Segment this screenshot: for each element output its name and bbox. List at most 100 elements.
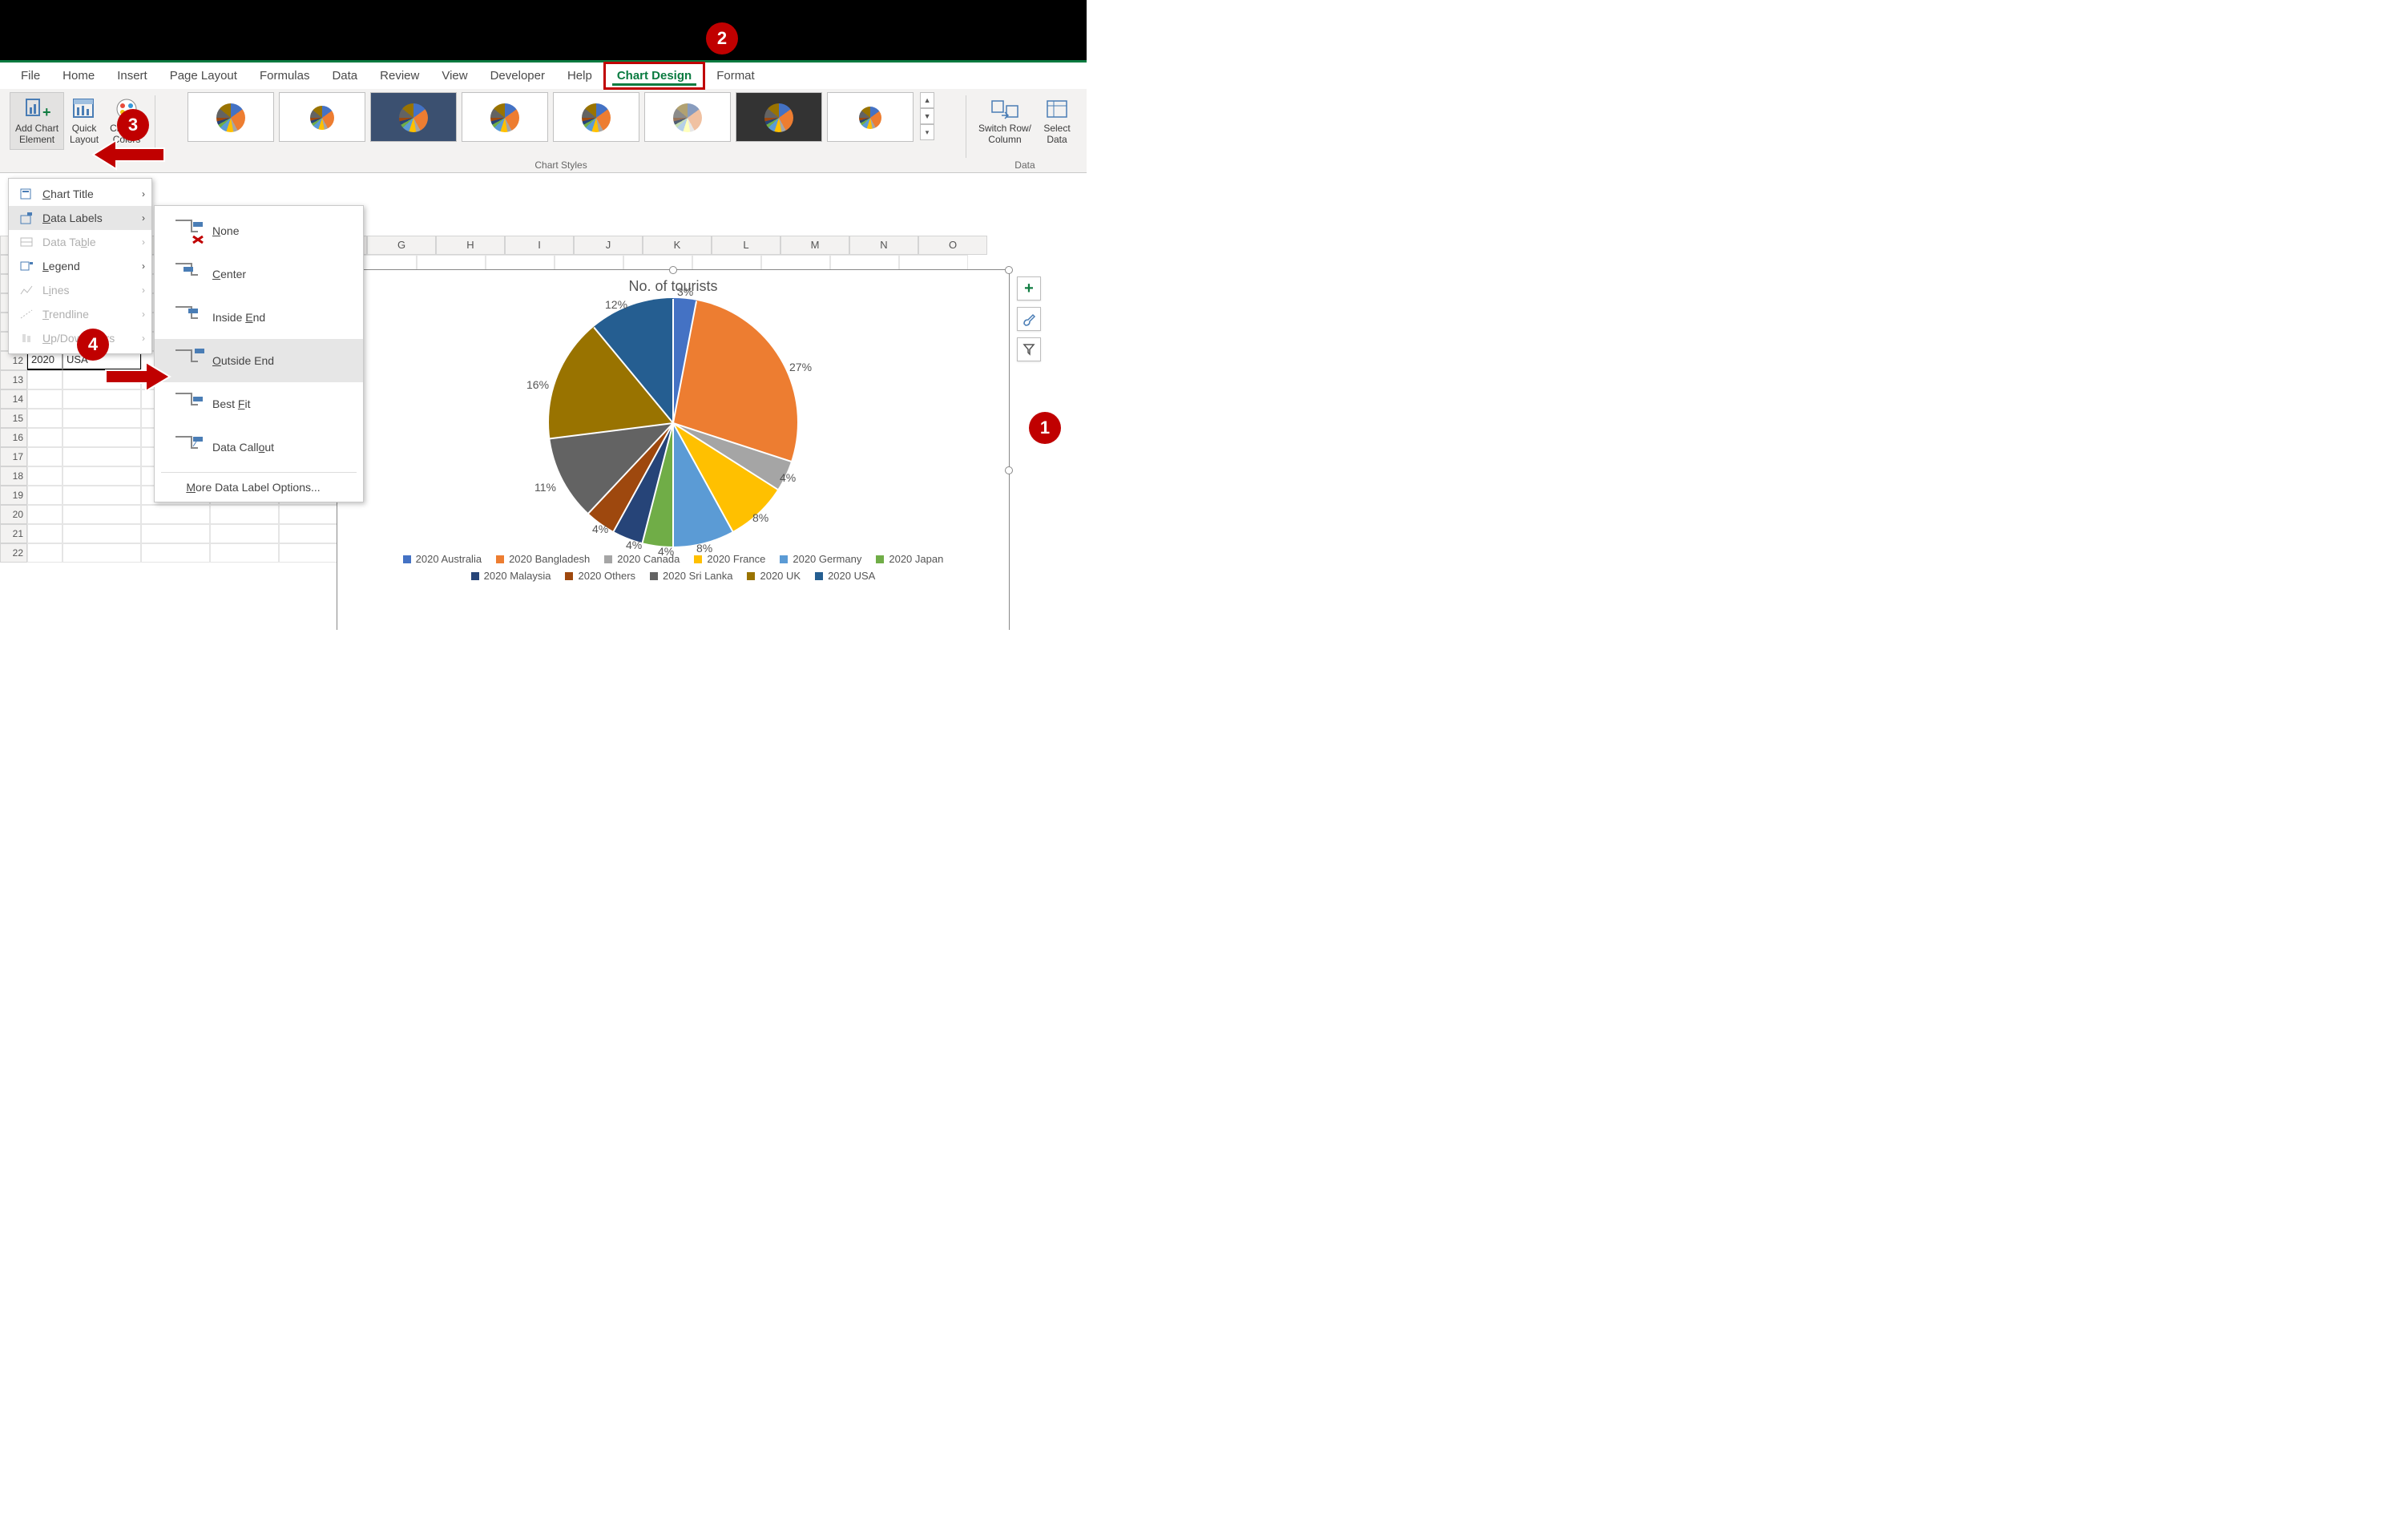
group-styles-label: Chart Styles bbox=[534, 158, 587, 172]
add-element-menu: Chart Title› Data Labels› Data Table› Le… bbox=[8, 178, 152, 354]
funnel-icon bbox=[1022, 343, 1035, 356]
add-chart-element-button[interactable]: + Add Chart Element bbox=[10, 92, 64, 150]
arrow-right-icon bbox=[103, 359, 175, 396]
tab-insert[interactable]: Insert bbox=[106, 64, 159, 87]
svg-text:+: + bbox=[42, 104, 50, 120]
tab-data[interactable]: Data bbox=[321, 64, 369, 87]
legend-item[interactable]: 2020 France bbox=[694, 553, 765, 565]
label-3: 3% bbox=[677, 285, 693, 298]
gallery-up[interactable]: ▲ bbox=[920, 92, 934, 108]
col-O[interactable]: O bbox=[918, 236, 987, 255]
style-thumb-7[interactable] bbox=[736, 92, 822, 142]
menu-inside-end[interactable]: Inside End bbox=[155, 296, 363, 339]
chart-object[interactable]: No. of tourists 3% 27% 4% 8% 8% 4% 4% 4%… bbox=[337, 269, 1010, 630]
legend-item[interactable]: 2020 UK bbox=[747, 570, 801, 582]
menu-legend[interactable]: Legend› bbox=[9, 254, 151, 278]
switch-row-col-icon bbox=[990, 96, 1019, 122]
menu-more-options[interactable]: More Data Label Options... bbox=[155, 476, 363, 498]
tab-chart-design[interactable]: Chart Design bbox=[603, 62, 705, 90]
style-thumb-1[interactable] bbox=[188, 92, 274, 142]
style-thumb-2[interactable] bbox=[279, 92, 365, 142]
menu-data-callout[interactable]: Data Callout bbox=[155, 426, 363, 469]
chart-filter-button[interactable] bbox=[1017, 337, 1041, 361]
gallery-down[interactable]: ▼ bbox=[920, 108, 934, 124]
select-data-icon bbox=[1043, 96, 1071, 122]
col-K[interactable]: K bbox=[643, 236, 712, 255]
group-chart-styles: ▲ ▼ ▾ Chart Styles bbox=[155, 92, 966, 172]
group-data-label: Data bbox=[1014, 158, 1035, 172]
tab-format[interactable]: Format bbox=[705, 64, 766, 87]
col-I[interactable]: I bbox=[505, 236, 574, 255]
title-bar: 2 bbox=[0, 0, 1087, 60]
legend-item[interactable]: 2020 Others bbox=[565, 570, 635, 582]
tab-help[interactable]: Help bbox=[556, 64, 603, 87]
switch-row-col-label: Switch Row/ Column bbox=[978, 123, 1031, 146]
pie-chart[interactable]: 3% 27% 4% 8% 8% 4% 4% 4% 11% 16% 12% bbox=[549, 298, 797, 547]
gallery-more[interactable]: ▾ bbox=[920, 124, 934, 140]
col-M[interactable]: M bbox=[780, 236, 849, 255]
legend-item[interactable]: 2020 Australia bbox=[403, 553, 482, 565]
legend-item[interactable]: 2020 Bangladesh bbox=[496, 553, 590, 565]
legend-item[interactable]: 2020 Malaysia bbox=[471, 570, 551, 582]
arrow-left-icon bbox=[88, 137, 168, 174]
label-4b: 4% bbox=[658, 545, 674, 558]
legend-item[interactable]: 2020 USA bbox=[815, 570, 875, 582]
select-data-button[interactable]: Select Data bbox=[1037, 92, 1077, 150]
style-thumb-6[interactable] bbox=[644, 92, 731, 142]
ribbon-tabs: File Home Insert Page Layout Formulas Da… bbox=[0, 60, 1087, 89]
chart-elements-button[interactable]: + bbox=[1017, 276, 1041, 301]
brush-icon bbox=[1022, 312, 1036, 326]
tab-home[interactable]: Home bbox=[51, 64, 106, 87]
label-27: 27% bbox=[789, 361, 812, 373]
tab-developer[interactable]: Developer bbox=[479, 64, 556, 87]
legend-item[interactable]: 2020 Sri Lanka bbox=[650, 570, 732, 582]
style-thumb-5[interactable] bbox=[553, 92, 639, 142]
col-N[interactable]: N bbox=[849, 236, 918, 255]
legend-item[interactable]: 2020 Japan bbox=[876, 553, 943, 565]
chart-side-buttons: + bbox=[1017, 276, 1041, 361]
col-H[interactable]: H bbox=[436, 236, 505, 255]
add-chart-element-icon: + bbox=[23, 96, 50, 122]
col-J[interactable]: J bbox=[574, 236, 643, 255]
style-thumb-4[interactable] bbox=[462, 92, 548, 142]
legend-item[interactable]: 2020 Germany bbox=[780, 553, 861, 565]
callout-1: 1 bbox=[1029, 412, 1061, 444]
label-16: 16% bbox=[526, 378, 549, 391]
label-4c: 4% bbox=[626, 539, 642, 551]
chart-title[interactable]: No. of tourists bbox=[337, 270, 1009, 298]
tab-formulas[interactable]: Formulas bbox=[248, 64, 321, 87]
data-labels-menu: None Center Inside End Outside End Best … bbox=[154, 205, 364, 502]
menu-none[interactable]: None bbox=[155, 209, 363, 252]
gallery-scroll: ▲ ▼ ▾ bbox=[920, 92, 934, 140]
switch-row-column-button[interactable]: Switch Row/ Column bbox=[973, 92, 1037, 150]
tab-view[interactable]: View bbox=[430, 64, 478, 87]
chart-styles-button[interactable] bbox=[1017, 307, 1041, 331]
col-G[interactable]: G bbox=[367, 236, 436, 255]
menu-best-fit[interactable]: Best Fit bbox=[155, 382, 363, 426]
label-4a: 4% bbox=[780, 471, 796, 484]
callout-4: 4 bbox=[77, 329, 109, 361]
menu-chart-title[interactable]: Chart Title› bbox=[9, 182, 151, 206]
quick-layout-icon bbox=[71, 96, 98, 122]
tab-review[interactable]: Review bbox=[369, 64, 430, 87]
menu-trendline: Trendline› bbox=[9, 302, 151, 326]
col-L[interactable]: L bbox=[712, 236, 780, 255]
chart-styles-gallery[interactable]: ▲ ▼ ▾ bbox=[188, 92, 934, 142]
label-12: 12% bbox=[605, 298, 627, 311]
menu-outside-end[interactable]: Outside End bbox=[155, 339, 363, 382]
style-thumb-3[interactable] bbox=[370, 92, 457, 142]
label-8b: 8% bbox=[696, 542, 712, 555]
callout-3: 3 bbox=[117, 109, 149, 141]
label-8a: 8% bbox=[752, 511, 768, 524]
menu-center[interactable]: Center bbox=[155, 252, 363, 296]
tab-file[interactable]: File bbox=[10, 64, 51, 87]
tab-page-layout[interactable]: Page Layout bbox=[159, 64, 248, 87]
menu-data-table: Data Table› bbox=[9, 230, 151, 254]
style-thumb-8[interactable] bbox=[827, 92, 914, 142]
callout-2: 2 bbox=[706, 22, 738, 54]
label-4d: 4% bbox=[592, 522, 608, 535]
add-chart-element-label: Add Chart Element bbox=[15, 123, 58, 146]
menu-data-labels[interactable]: Data Labels› bbox=[9, 206, 151, 230]
group-data: Switch Row/ Column Select Data Data bbox=[966, 92, 1083, 172]
label-11: 11% bbox=[534, 481, 556, 494]
